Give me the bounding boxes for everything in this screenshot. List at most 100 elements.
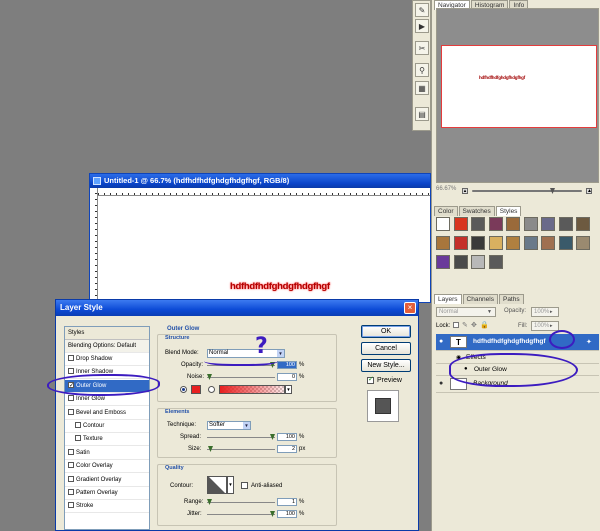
range-slider[interactable] bbox=[207, 499, 275, 505]
tab-swatches[interactable]: Swatches bbox=[458, 206, 495, 216]
noise-field[interactable]: 0 bbox=[277, 373, 297, 381]
style-swatch[interactable] bbox=[488, 217, 503, 231]
style-swatch[interactable] bbox=[506, 217, 520, 231]
style-swatch[interactable] bbox=[436, 255, 450, 269]
brush-icon[interactable]: ✎ bbox=[415, 3, 429, 17]
effect-checkbox[interactable] bbox=[68, 475, 74, 482]
effect-checkbox[interactable] bbox=[68, 395, 74, 402]
style-swatch[interactable] bbox=[471, 217, 485, 231]
chevron-down-icon[interactable]: ▼ bbox=[227, 476, 234, 494]
style-swatch[interactable] bbox=[488, 255, 503, 269]
preview-checkbox[interactable]: ✓ bbox=[367, 376, 374, 384]
layer-blend-mode-select[interactable]: Normal ▼ bbox=[436, 307, 496, 317]
style-swatch[interactable] bbox=[471, 255, 485, 269]
anti-aliased-checkbox[interactable] bbox=[241, 482, 248, 489]
list-item-contour[interactable]: Contour bbox=[65, 420, 149, 433]
style-swatch[interactable] bbox=[436, 217, 450, 231]
dialog-title[interactable]: Layer Style bbox=[56, 300, 418, 316]
effect-checkbox[interactable] bbox=[68, 502, 74, 509]
style-swatch[interactable] bbox=[506, 236, 520, 250]
style-swatch[interactable] bbox=[541, 217, 555, 231]
style-swatch[interactable] bbox=[558, 217, 573, 231]
effect-checkbox[interactable] bbox=[68, 448, 74, 455]
style-swatch[interactable] bbox=[576, 236, 590, 250]
effect-checkbox[interactable] bbox=[68, 408, 74, 415]
contour-picker[interactable] bbox=[207, 476, 227, 494]
jitter-field[interactable]: 100 bbox=[277, 510, 297, 518]
size-slider[interactable] bbox=[207, 446, 275, 452]
style-swatch[interactable] bbox=[471, 236, 485, 250]
style-swatch[interactable] bbox=[453, 217, 468, 231]
lock-pixels-icon[interactable]: ✎ bbox=[462, 321, 468, 329]
list-item-satin[interactable]: Satin bbox=[65, 447, 149, 460]
spread-slider[interactable] bbox=[207, 434, 275, 440]
jitter-slider[interactable] bbox=[207, 511, 275, 517]
style-swatch[interactable] bbox=[541, 236, 555, 250]
text-layer-name[interactable]: hdfhdfhdfghdgfhdgfhgf bbox=[473, 338, 546, 345]
noise-slider[interactable] bbox=[207, 374, 275, 380]
play-icon[interactable]: ▶ bbox=[415, 19, 429, 33]
new-style-button[interactable]: New Style... bbox=[361, 359, 411, 372]
file-browser-icon[interactable]: ▦ bbox=[415, 81, 429, 95]
effect-checkbox[interactable] bbox=[68, 368, 74, 375]
cancel-button[interactable]: Cancel bbox=[361, 342, 411, 355]
style-swatch[interactable] bbox=[523, 217, 538, 231]
list-item-gradient-overlay[interactable]: Gradient Overlay bbox=[65, 474, 149, 487]
document-window[interactable]: Untitled-1 @ 66.7% (hdfhdfhdfghdgfhdgfhg… bbox=[89, 173, 431, 303]
opacity-field[interactable]: 100 bbox=[277, 361, 297, 369]
effect-checkbox[interactable] bbox=[68, 355, 74, 361]
range-field[interactable]: 1 bbox=[277, 498, 297, 506]
navigator-zoom-value[interactable]: 66.67% bbox=[436, 186, 456, 192]
style-swatch[interactable] bbox=[436, 236, 450, 250]
tab-color[interactable]: Color bbox=[434, 206, 458, 216]
effect-checkbox[interactable] bbox=[68, 489, 74, 495]
list-item-bevel-and-emboss[interactable]: Bevel and Emboss bbox=[65, 407, 149, 420]
list-item-drop-shadow[interactable]: Drop Shadow bbox=[65, 353, 149, 366]
eye-icon[interactable]: ● bbox=[439, 380, 443, 387]
lock-position-icon[interactable]: ✥ bbox=[471, 321, 477, 329]
style-swatch[interactable] bbox=[453, 255, 468, 269]
glow-color-swatch[interactable] bbox=[191, 385, 201, 394]
tool-preset-icon[interactable]: ⚲ bbox=[415, 63, 429, 77]
list-item-texture[interactable]: Texture bbox=[65, 433, 149, 447]
gradient-radio[interactable] bbox=[208, 386, 215, 393]
solid-color-radio[interactable] bbox=[180, 386, 187, 393]
zoom-in-icon[interactable]: ▲ bbox=[586, 188, 592, 194]
list-item-styles[interactable]: Styles bbox=[65, 327, 149, 340]
layer-opacity-field[interactable]: 100% ▸ bbox=[531, 307, 559, 317]
ok-button[interactable]: OK bbox=[361, 325, 411, 338]
vertical-ruler[interactable] bbox=[90, 188, 98, 303]
technique-select[interactable]: Softer ▼ bbox=[207, 421, 251, 430]
style-swatch[interactable] bbox=[488, 236, 503, 250]
list-item-pattern-overlay[interactable]: Pattern Overlay bbox=[65, 487, 149, 500]
close-icon[interactable]: × bbox=[404, 302, 416, 314]
fx-icon[interactable]: ✦ bbox=[586, 338, 592, 346]
effect-checkbox[interactable] bbox=[68, 462, 74, 469]
horizontal-ruler[interactable] bbox=[98, 188, 430, 196]
list-item-blending-options[interactable]: Blending Options: Default bbox=[65, 340, 149, 353]
document-title[interactable]: Untitled-1 @ 66.7% (hdfhdfhdfghdgfhdgfhg… bbox=[90, 174, 430, 188]
navigator-preview[interactable]: hdfhdfhdfghdgfhdgfhgf bbox=[436, 8, 599, 183]
lock-transparency-icon[interactable] bbox=[453, 322, 459, 328]
style-swatch[interactable] bbox=[576, 217, 590, 231]
list-item-stroke[interactable]: Stroke bbox=[65, 500, 149, 514]
eye-icon[interactable]: ● bbox=[439, 338, 443, 345]
document-icon[interactable]: ▤ bbox=[415, 107, 429, 121]
size-field[interactable]: 2 bbox=[277, 445, 297, 453]
navigator-thumbnail[interactable]: hdfhdfhdfghdgfhdgfhgf bbox=[441, 45, 597, 128]
scissors-icon[interactable]: ✂ bbox=[415, 41, 429, 55]
style-swatch[interactable] bbox=[453, 236, 468, 250]
chevron-down-icon[interactable]: ▼ bbox=[285, 385, 292, 394]
navigator-zoom-slider[interactable]: ▴ ▲ bbox=[462, 188, 592, 194]
effect-checkbox[interactable] bbox=[75, 422, 81, 428]
style-swatch[interactable] bbox=[523, 236, 538, 250]
lock-all-icon[interactable]: 🔒 bbox=[480, 321, 489, 329]
zoom-out-icon[interactable]: ▴ bbox=[462, 188, 468, 194]
tab-styles[interactable]: Styles bbox=[495, 206, 522, 216]
style-swatch[interactable] bbox=[558, 236, 573, 250]
effect-checkbox[interactable] bbox=[75, 435, 81, 442]
list-item-color-overlay[interactable]: Color Overlay bbox=[65, 460, 149, 474]
fill-field[interactable]: 100% ▸ bbox=[531, 321, 559, 331]
spread-field[interactable]: 100 bbox=[277, 433, 297, 441]
glow-gradient-picker[interactable] bbox=[219, 385, 285, 394]
